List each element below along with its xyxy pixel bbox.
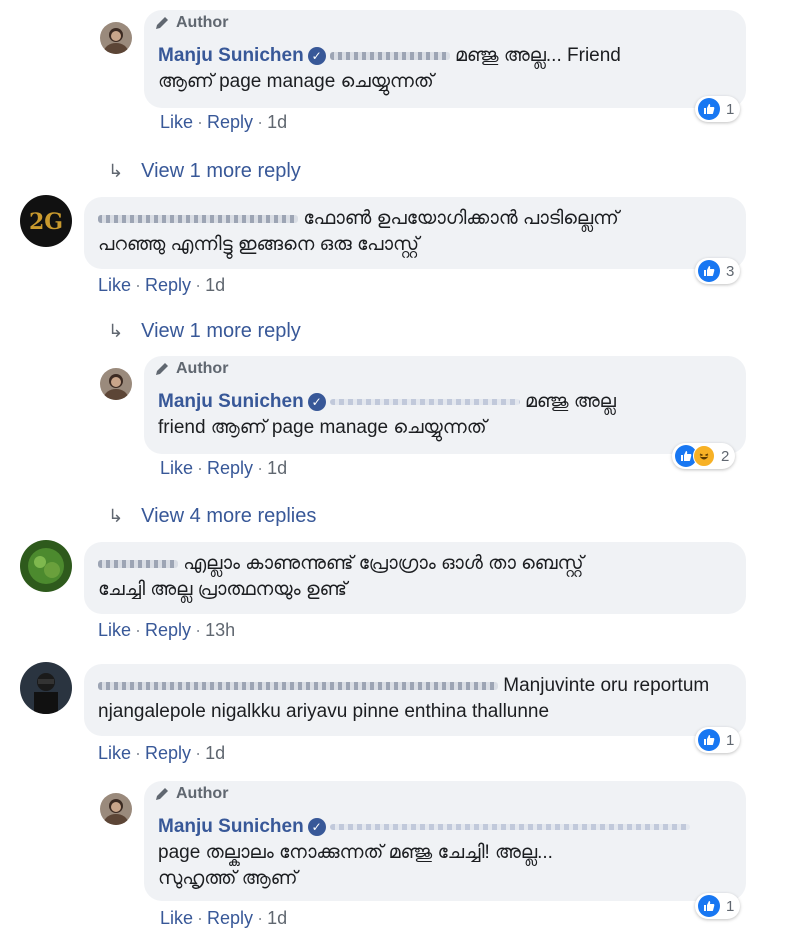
avatar[interactable] xyxy=(100,22,132,54)
pen-icon xyxy=(156,788,168,800)
timestamp[interactable]: 13h xyxy=(205,620,235,640)
comment-text: page തല്കാലം നോക്കുന്നത് മഞ്ജു ചേച്ചി! അ… xyxy=(158,842,553,863)
like-button[interactable]: Like xyxy=(98,275,131,295)
comment-bubble: എല്ലാം കാണുന്നുണ്ട് പ്രോഗ്രാം ഓൾ താ ബെസ്… xyxy=(84,542,746,614)
reply-button[interactable]: Reply xyxy=(207,458,253,478)
commenter-name[interactable]: Manju Sunichen xyxy=(158,816,304,837)
author-label: Author xyxy=(176,360,229,377)
comment-actions: Like · Reply · 1d xyxy=(160,112,288,132)
verified-icon: ✓ xyxy=(307,817,326,836)
view-more-label[interactable]: View 4 more replies xyxy=(141,505,316,527)
reaction-number: 1 xyxy=(726,731,735,749)
like-button[interactable]: Like xyxy=(98,620,131,640)
redacted-name[interactable] xyxy=(98,214,298,223)
pen-icon xyxy=(156,17,168,29)
comment-bubble: ഫോൺ ഉപയോഗിക്കാൻ പാടില്ലെന്ന് പറഞ്ഞു എന്ന… xyxy=(84,197,746,269)
comment-text: എല്ലാം കാണുന്നുണ്ട് പ്രോഗ്രാം ഓൾ താ ബെസ്… xyxy=(183,553,584,574)
view-more-label[interactable]: View 1 more reply xyxy=(141,320,301,342)
reaction-count[interactable]: 3 xyxy=(695,258,741,284)
avatar[interactable] xyxy=(20,540,72,592)
comment-text: ചേച്ചി അല്ല പ്രാത്ഥനയും ഉണ്ട് xyxy=(98,579,347,600)
redacted-name[interactable] xyxy=(98,681,498,690)
reaction-count[interactable]: 2 xyxy=(672,443,736,469)
reaction-count[interactable]: 1 xyxy=(695,727,741,753)
comment-text: ഫോൺ ഉപയോഗിക്കാൻ പാടില്ലെന്ന് xyxy=(303,208,619,229)
reaction-number: 3 xyxy=(726,262,735,280)
reply-bubble: Author Manju Sunichen ✓ page തല്കാലം നോക്… xyxy=(144,781,746,901)
haha-icon xyxy=(693,445,715,467)
pen-icon xyxy=(156,363,168,375)
avatar[interactable]: 2G xyxy=(20,195,72,247)
reaction-number: 1 xyxy=(726,100,735,118)
view-more-label[interactable]: View 1 more reply xyxy=(141,160,301,182)
reply-bubble: Author Manju Sunichen ✓ മഞ്ജു അല്ല friend… xyxy=(144,356,746,454)
redacted-mention xyxy=(329,51,450,60)
comment-text: മഞ്ജു അല്ല... Friend xyxy=(454,45,621,66)
comment-text: friend ആണ് page manage ചെയ്യുന്നത് xyxy=(158,417,487,438)
comment-text: മഞ്ജു അല്ല xyxy=(524,391,616,412)
avatar[interactable] xyxy=(20,662,72,714)
comment-actions: Like · Reply · 1d xyxy=(98,743,226,763)
avatar[interactable] xyxy=(100,368,132,400)
thumbs-up-icon xyxy=(698,729,720,751)
redacted-mention xyxy=(329,398,520,405)
timestamp[interactable]: 1d xyxy=(267,908,287,928)
commenter-name[interactable]: Manju Sunichen xyxy=(158,391,304,412)
comment-actions: Like · Reply · 13h xyxy=(98,620,236,640)
like-button[interactable]: Like xyxy=(98,743,131,763)
reaction-number: 2 xyxy=(721,447,730,465)
reaction-count[interactable]: 1 xyxy=(695,893,741,919)
comment-actions: Like · Reply · 1d xyxy=(98,275,226,295)
thumbs-up-icon xyxy=(698,260,720,282)
reply-arrow-icon: ↳ xyxy=(108,321,124,341)
comment-actions: Like · Reply · 1d xyxy=(160,908,288,928)
view-more-replies-link[interactable]: ↳ View 1 more reply xyxy=(108,320,301,343)
comment-text: സുഹൃത്ത് ആണ് xyxy=(158,868,298,889)
timestamp[interactable]: 1d xyxy=(267,458,287,478)
author-badge: Author xyxy=(154,785,228,803)
reply-button[interactable]: Reply xyxy=(145,275,191,295)
reply-arrow-icon: ↳ xyxy=(108,161,124,181)
author-badge: Author xyxy=(154,360,228,378)
reply-button[interactable]: Reply xyxy=(145,743,191,763)
svg-text:2G: 2G xyxy=(29,209,63,235)
author-label: Author xyxy=(176,785,229,802)
verified-icon: ✓ xyxy=(307,46,326,65)
reply-bubble: Author Manju Sunichen ✓ മഞ്ജു അല്ല... Fri… xyxy=(144,10,746,108)
comment-actions: Like · Reply · 1d xyxy=(160,458,288,478)
comment-text: njangalepole nigalkku ariyavu pinne enth… xyxy=(98,701,550,722)
thumbs-up-icon xyxy=(698,895,720,917)
thumbs-up-icon xyxy=(698,98,720,120)
comment-text: പറഞ്ഞു എന്നിട്ടു ഇങ്ങനെ ഒരു പോസ്റ്റ് xyxy=(98,234,420,255)
reaction-number: 1 xyxy=(726,897,735,915)
reply-arrow-icon: ↳ xyxy=(108,506,124,526)
timestamp[interactable]: 1d xyxy=(205,743,225,763)
verified-icon: ✓ xyxy=(307,392,326,411)
comment-text: ആണ് page manage ചെയ്യുന്നത് xyxy=(158,71,434,92)
reply-button[interactable]: Reply xyxy=(207,908,253,928)
like-button[interactable]: Like xyxy=(160,458,193,478)
reply-button[interactable]: Reply xyxy=(145,620,191,640)
reaction-count[interactable]: 1 xyxy=(695,96,741,122)
author-badge: Author xyxy=(154,14,228,32)
timestamp[interactable]: 1d xyxy=(205,275,225,295)
view-more-replies-link[interactable]: ↳ View 1 more reply xyxy=(108,160,301,183)
redacted-name[interactable] xyxy=(98,559,178,568)
comment-text: Manjuvinte oru reportum xyxy=(503,675,710,696)
reply-button[interactable]: Reply xyxy=(207,112,253,132)
author-label: Author xyxy=(176,14,229,31)
like-button[interactable]: Like xyxy=(160,112,193,132)
commenter-name[interactable]: Manju Sunichen xyxy=(158,45,304,66)
avatar[interactable] xyxy=(100,793,132,825)
view-more-replies-link[interactable]: ↳ View 4 more replies xyxy=(108,505,316,528)
like-button[interactable]: Like xyxy=(160,908,193,928)
timestamp[interactable]: 1d xyxy=(267,112,287,132)
redacted-mention xyxy=(329,823,690,830)
comment-bubble: Manjuvinte oru reportum njangalepole nig… xyxy=(84,664,746,736)
